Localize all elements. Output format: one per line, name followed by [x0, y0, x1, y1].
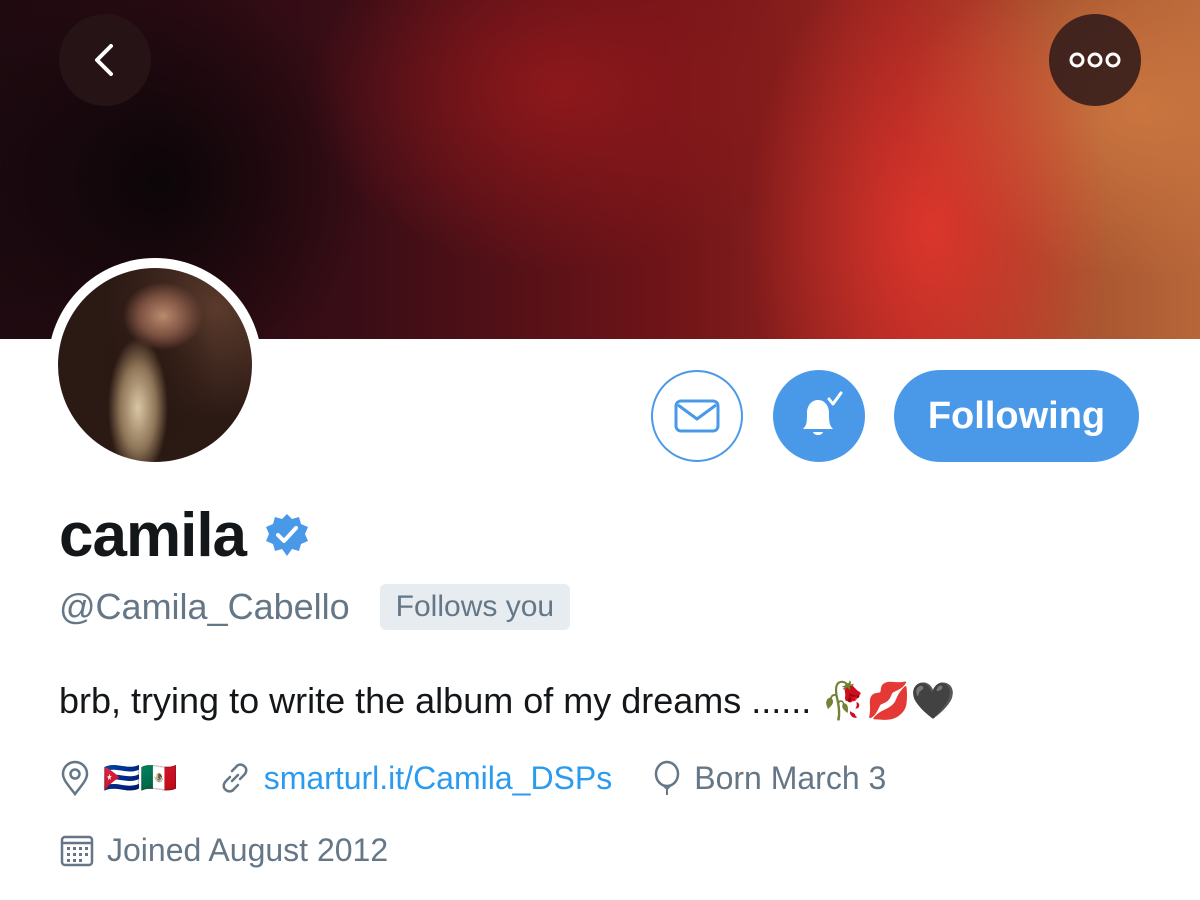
birthday: Born March 3	[652, 760, 886, 797]
more-horizontal-icon	[1069, 52, 1121, 68]
website-link[interactable]: smarturl.it/Camila_DSPs	[264, 760, 613, 797]
profile-avatar[interactable]	[48, 258, 262, 472]
user-handle: @Camila_Cabello	[59, 586, 350, 627]
location: 🇨🇺🇲🇽	[59, 760, 178, 796]
notifications-button[interactable]	[773, 370, 865, 462]
location-flags: 🇨🇺🇲🇽	[103, 761, 178, 795]
display-name: camila	[59, 500, 247, 570]
profile-bio: brb, trying to write the album of my dre…	[59, 680, 956, 721]
verified-badge-icon	[264, 512, 310, 558]
name-row: camila	[59, 500, 310, 570]
back-button[interactable]	[59, 14, 151, 106]
link-icon	[218, 761, 252, 795]
follows-you-badge: Follows you	[379, 584, 571, 630]
envelope-icon	[674, 399, 720, 433]
chevron-left-icon	[95, 44, 113, 76]
website[interactable]: smarturl.it/Camila_DSPs	[218, 760, 613, 797]
more-options-button[interactable]	[1049, 14, 1141, 106]
handle-row: @Camila_Cabello Follows you	[59, 582, 571, 632]
bell-check-icon	[803, 391, 843, 435]
profile-meta-row: 🇨🇺🇲🇽 smarturl.it/Camila_DSPs Born March …	[59, 756, 886, 800]
avatar-photo	[58, 268, 252, 462]
direct-message-button[interactable]	[651, 370, 743, 462]
calendar-icon	[59, 832, 95, 868]
joined-date: Joined August 2012	[107, 831, 389, 868]
location-pin-icon	[59, 760, 91, 796]
birthday-text: Born March 3	[694, 759, 887, 796]
joined-row: Joined August 2012	[59, 828, 388, 872]
balloon-icon	[652, 760, 682, 796]
following-button[interactable]: Following	[894, 370, 1139, 462]
